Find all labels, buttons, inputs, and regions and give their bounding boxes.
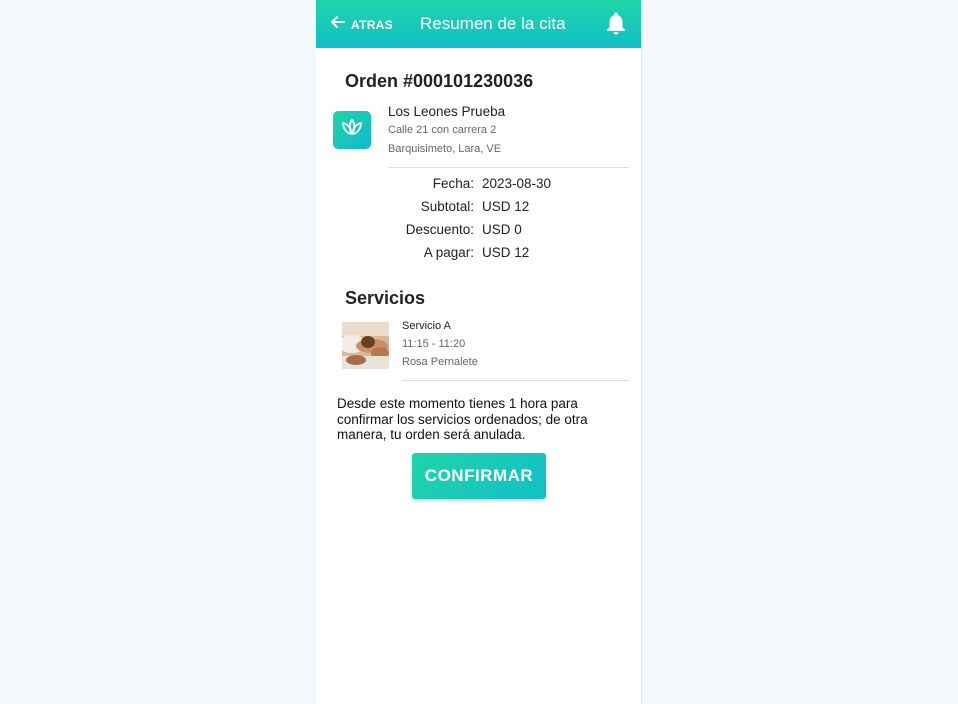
page-title: Resumen de la cita <box>420 14 566 33</box>
service-name: Servicio A <box>402 320 451 332</box>
summary-value: USD 0 <box>482 222 522 237</box>
services-heading: Servicios <box>345 288 426 308</box>
service-staff: Rosa Pernalete <box>402 356 478 368</box>
service-time: 11:15 - 11:20 <box>402 338 466 350</box>
store-logo <box>333 111 371 149</box>
service-image <box>342 322 389 369</box>
summary-row-subtotal: Subtotal: USD 12 <box>316 197 641 220</box>
summary-value: USD 12 <box>482 199 530 214</box>
back-label: ATRAS <box>351 17 393 32</box>
back-button[interactable]: ATRAS <box>330 14 393 35</box>
order-title: Orden #000101230036 <box>345 71 534 91</box>
summary-label: Fecha: <box>432 176 474 191</box>
phone-screen: ATRAS Resumen de la cita Orden #00010123… <box>316 0 642 704</box>
lotus-icon <box>339 117 365 144</box>
confirm-button[interactable]: CONFIRMAR <box>412 453 546 499</box>
store-name: Los Leones Prueba <box>388 104 506 119</box>
summary-label: A pagar: <box>423 245 474 260</box>
summary-label: Descuento: <box>405 222 474 237</box>
summary-value: 2023-08-30 <box>482 176 552 191</box>
summary-label: Subtotal: <box>420 199 474 214</box>
confirmation-notice: Desde este momento tienes 1 hora para co… <box>337 396 588 442</box>
store-city: Barquisimeto, Lara, VE <box>388 143 502 155</box>
order-summary: Fecha: 2023-08-30 Subtotal: USD 12 Descu… <box>316 174 641 266</box>
arrow-left-icon <box>330 14 346 35</box>
notifications-button[interactable] <box>604 11 628 41</box>
summary-row-total: A pagar: USD 12 <box>316 243 641 266</box>
summary-row-date: Fecha: 2023-08-30 <box>316 174 641 197</box>
summary-row-discount: Descuento: USD 0 <box>316 220 641 243</box>
bell-icon <box>604 12 628 40</box>
summary-value: USD 12 <box>482 245 530 260</box>
store-address: Calle 21 con carrera 2 <box>388 124 497 136</box>
divider <box>402 380 629 381</box>
divider <box>388 167 629 168</box>
app-header: ATRAS Resumen de la cita <box>316 0 641 48</box>
